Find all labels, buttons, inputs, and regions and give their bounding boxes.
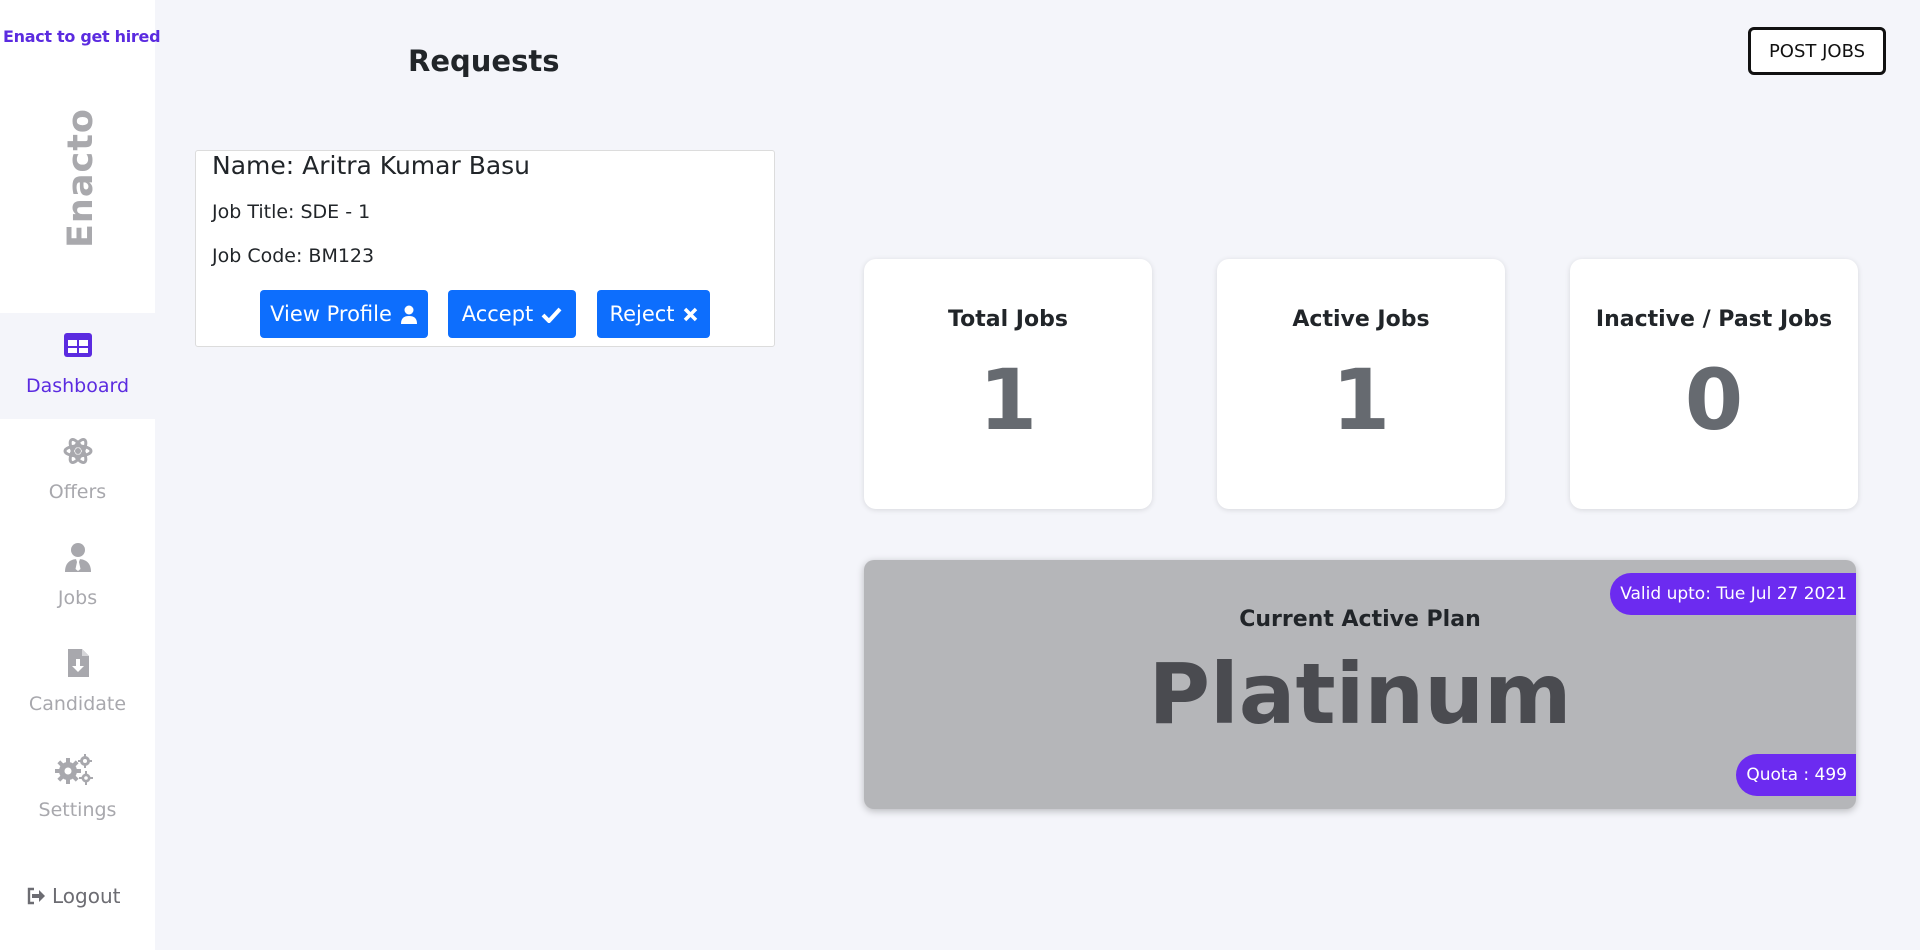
job-code: Job Code: BM123: [212, 245, 375, 267]
dashboard-icon: [64, 333, 92, 357]
job-title: Job Title: SDE - 1: [212, 201, 371, 223]
stat-card-active-jobs: Active Jobs 1: [1217, 259, 1505, 509]
page-title: Requests: [408, 44, 560, 78]
sidebar-item-label: Settings: [38, 799, 117, 821]
reject-label: Reject: [609, 302, 675, 326]
sidebar-item-jobs[interactable]: Jobs: [0, 525, 155, 631]
quota-badge: Quota : 499: [1736, 754, 1856, 796]
close-icon: [683, 307, 697, 321]
sidebar-item-settings[interactable]: Settings: [0, 737, 155, 843]
sidebar: Enact to get hired Enacto Dashboard Offe…: [0, 0, 161, 950]
plan-label: Current Active Plan: [1239, 607, 1481, 632]
stat-value: 1: [978, 351, 1038, 449]
tagline: Enact to get hired: [3, 27, 161, 46]
accept-label: Accept: [461, 302, 534, 326]
request-card: Name: Aritra Kumar Basu Job Title: SDE -…: [195, 150, 775, 347]
file-download-icon: [68, 649, 89, 677]
plan-name: Platinum: [1148, 645, 1572, 743]
sidebar-item-label: Candidate: [28, 693, 127, 715]
check-icon: [541, 307, 562, 323]
sidebar-item-label: Jobs: [57, 587, 98, 609]
accept-button[interactable]: Accept: [448, 290, 576, 338]
reject-button[interactable]: Reject: [597, 290, 710, 338]
sign-out-icon: [27, 887, 45, 905]
user-tie-icon: [65, 543, 91, 572]
stat-value: 0: [1684, 351, 1744, 449]
sidebar-item-candidate[interactable]: Candidate: [0, 631, 155, 737]
stat-value: 1: [1331, 351, 1391, 449]
post-jobs-button[interactable]: POST JOBS: [1748, 27, 1886, 75]
sidebar-item-offers[interactable]: Offers: [0, 419, 155, 525]
logout-label: Logout: [52, 884, 121, 908]
view-profile-button[interactable]: View Profile: [260, 290, 428, 338]
sidebar-item-dashboard[interactable]: Dashboard: [0, 313, 155, 419]
current-plan-card: Valid upto: Tue Jul 27 2021 Current Acti…: [864, 560, 1856, 809]
atom-icon: [63, 437, 93, 465]
logout-button[interactable]: Logout: [26, 884, 120, 908]
sidebar-item-label: Dashboard: [25, 375, 130, 397]
sidebar-item-label: Offers: [48, 481, 107, 503]
user-icon: [400, 305, 417, 324]
gears-icon: [55, 754, 93, 785]
stat-card-inactive-jobs: Inactive / Past Jobs 0: [1570, 259, 1858, 509]
brand-logo[interactable]: Enacto: [61, 108, 101, 248]
stat-title: Inactive / Past Jobs: [1595, 307, 1833, 332]
stat-title: Active Jobs: [1292, 307, 1430, 332]
view-profile-label: View Profile: [270, 302, 392, 326]
candidate-name: Name: Aritra Kumar Basu: [212, 151, 531, 180]
stat-card-total-jobs: Total Jobs 1: [864, 259, 1152, 509]
stat-title: Total Jobs: [948, 307, 1068, 332]
